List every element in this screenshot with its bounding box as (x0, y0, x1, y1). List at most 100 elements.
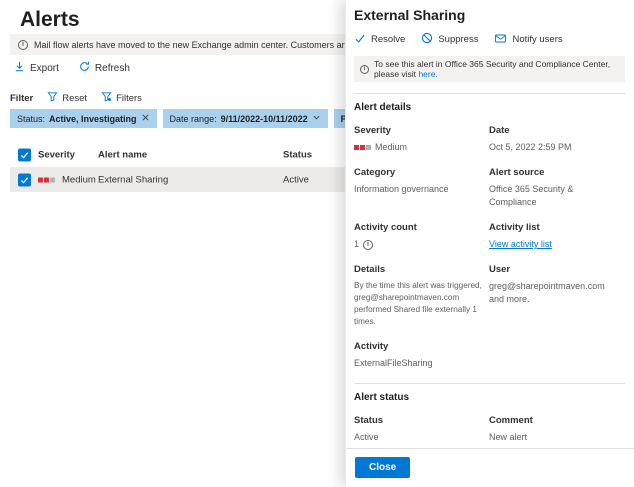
row-status: Active (283, 174, 309, 185)
filter-label: Filter (10, 92, 34, 104)
clipped-filter-chip[interactable]: P (333, 109, 345, 128)
funnel-icon (47, 91, 58, 105)
status-filter-chip[interactable]: Status: Active, Investigating (10, 109, 157, 128)
dismiss-icon[interactable] (141, 113, 150, 124)
notify-users-button[interactable]: Notify users (494, 33, 563, 47)
export-button[interactable]: Export (14, 61, 59, 75)
row-alert-name: External Sharing (98, 174, 169, 185)
category-field: Category Information governance (354, 167, 489, 209)
alerts-app: Alerts i Mail flow alerts have moved to … (0, 0, 634, 487)
alert-source-value: Office 365 Security & Compliance (489, 184, 574, 208)
resolve-label: Resolve (371, 34, 406, 45)
alert-detail-panel: External Sharing Resolve Suppress Notify… (345, 0, 634, 487)
info-icon[interactable]: i (363, 239, 374, 250)
funnel-settings-icon (101, 91, 112, 105)
severity-label: Severity (354, 125, 391, 136)
refresh-label: Refresh (94, 62, 130, 74)
severity-value: Medium (375, 142, 408, 152)
comment-value: New alert (489, 431, 528, 442)
date-chip-prefix: Date range: (169, 113, 217, 124)
reset-filter-button[interactable]: Reset (47, 91, 87, 105)
severity-indicator-icon (38, 177, 55, 182)
block-icon (421, 32, 433, 47)
suppress-button[interactable]: Suppress (421, 32, 478, 47)
select-all-checkbox[interactable] (18, 148, 31, 162)
divider (354, 93, 625, 94)
info-icon: i (18, 39, 28, 50)
date-value: Oct 5, 2022 2:59 PM (489, 142, 572, 152)
severity-field: Severity Medium (354, 125, 489, 154)
status-label: Status (354, 414, 384, 426)
activity-count-label: Activity count (354, 222, 417, 234)
status-value: Active (354, 431, 379, 442)
download-icon (14, 61, 25, 75)
refresh-button[interactable]: Refresh (79, 61, 130, 75)
info-icon: i (360, 64, 369, 74)
row-checkbox[interactable] (18, 173, 31, 186)
notify-users-label: Notify users (512, 34, 563, 45)
alert-details-heading: Alert details (354, 102, 412, 113)
resolve-button[interactable]: Resolve (354, 33, 405, 47)
page-title: Alerts (20, 8, 80, 31)
details-value: By the time this alert was triggered, gr… (354, 281, 482, 326)
alert-table-row[interactable]: Medium External Sharing Active (10, 167, 345, 192)
alerts-list-page: Alerts i Mail flow alerts have moved to … (0, 0, 345, 487)
date-field: Date Oct 5, 2022 2:59 PM (489, 125, 625, 154)
filters-label: Filters (116, 92, 142, 104)
view-activity-list-link[interactable]: View activity list (489, 239, 552, 249)
suppress-label: Suppress (438, 34, 479, 45)
divider (354, 382, 625, 384)
chevron-down-icon (312, 113, 321, 124)
export-label: Export (30, 62, 59, 74)
date-chip-value: 9/11/2022-10/11/2022 (220, 113, 308, 124)
activity-value: ExternalFileSharing (354, 357, 433, 368)
here-link[interactable]: here. (418, 69, 437, 79)
activity-count-value: 1 (354, 239, 360, 250)
column-header-severity[interactable]: Severity (38, 150, 75, 161)
refresh-icon (79, 61, 90, 75)
severity-indicator-icon (354, 145, 371, 151)
row-severity: Medium (62, 174, 96, 185)
alert-status-heading: Alert status (354, 391, 410, 403)
activity-count-field: Activity count 1 i (354, 222, 489, 251)
category-value: Information governance (354, 184, 449, 195)
status-chip-value: Active, Investigating (49, 113, 137, 124)
mail-icon (494, 33, 507, 47)
alerts-toolbar: Export Refresh (14, 61, 130, 75)
activity-label: Activity (354, 340, 389, 352)
panel-footer: Close (346, 448, 634, 487)
filter-chips: Status: Active, Investigating Date range… (10, 109, 345, 128)
alert-source-label: Alert source (489, 167, 545, 179)
comment-label: Comment (489, 414, 533, 426)
reset-label: Reset (62, 92, 88, 104)
mailflow-info-banner: i Mail flow alerts have moved to the new… (10, 34, 345, 55)
check-icon (354, 33, 366, 47)
alert-details-grid: Severity Medium Date Oct 5, 2022 2:59 PM… (354, 125, 625, 383)
panel-title: External Sharing (354, 7, 466, 23)
status-field: Status Active (354, 415, 489, 444)
activity-field: Activity ExternalFileSharing (354, 341, 489, 370)
filters-button[interactable]: Filters (101, 91, 142, 105)
status-chip-prefix: Status: (17, 113, 46, 124)
activity-list-field: Activity list View activity list (489, 222, 625, 251)
activity-list-label: Activity list (489, 222, 540, 234)
details-label: Details (354, 264, 386, 276)
date-label: Date (489, 125, 510, 136)
column-header-alert-name[interactable]: Alert name (98, 150, 147, 161)
alert-source-field: Alert source Office 365 Security & Compl… (489, 167, 625, 209)
close-button[interactable]: Close (355, 457, 411, 478)
date-range-filter-chip[interactable]: Date range: 9/11/2022-10/11/2022 (162, 109, 328, 128)
filter-bar: Filter Reset Filters (10, 91, 142, 105)
alerts-table-header: Severity Alert name Status (10, 145, 345, 165)
compliance-center-banner: i To see this alert in Office 365 Securi… (354, 56, 625, 82)
user-label: User (489, 264, 511, 276)
compliance-banner-text: To see this alert in Office 365 Security… (374, 59, 611, 79)
comment-field: Comment New alert (489, 415, 625, 444)
column-header-status[interactable]: Status (283, 150, 312, 161)
user-field: User greg@sharepointmaven.com and more. (489, 264, 625, 328)
panel-actions: Resolve Suppress Notify users (354, 32, 625, 47)
mailflow-banner-text: Mail flow alerts have moved to the new E… (34, 39, 345, 50)
category-label: Category (354, 167, 396, 179)
details-field: Details By the time this alert was trigg… (354, 264, 489, 328)
user-value: greg@sharepointmaven.com and more. (489, 281, 605, 305)
